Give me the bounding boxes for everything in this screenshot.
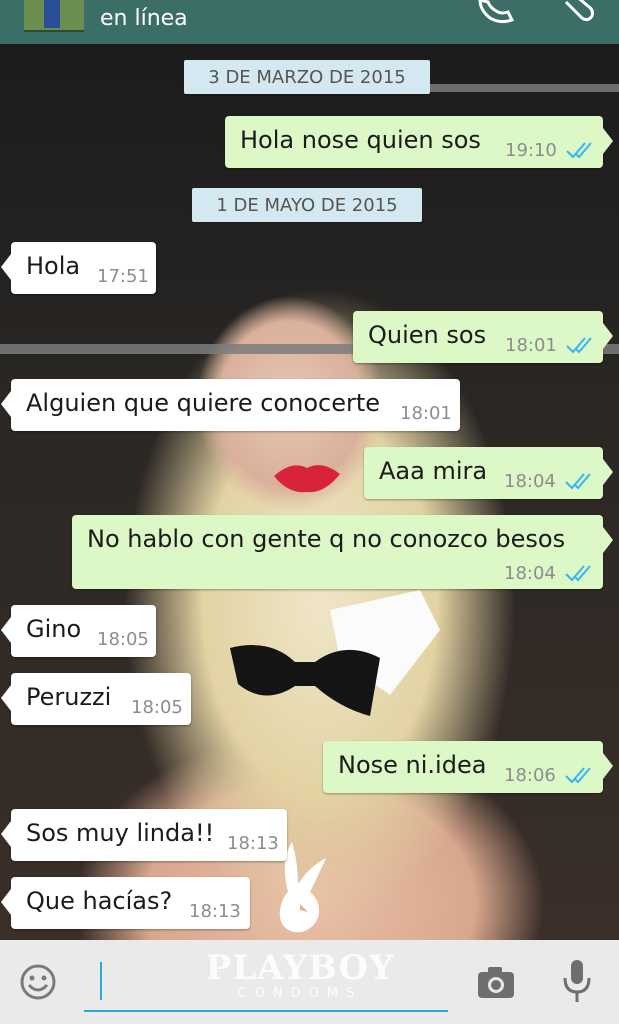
message-time: 18:06 (504, 765, 556, 786)
message-bubble[interactable]: Que hacías? 18:13 (1, 877, 250, 929)
message-text: Sos muy linda!! (26, 819, 215, 847)
message-time: 18:04 (504, 471, 556, 492)
message-text: No hablo con gente q no conozco besos (87, 525, 566, 553)
message-time: 18:05 (97, 629, 149, 650)
message-time: 19:10 (505, 140, 557, 161)
date-label: 1 DE MAYO DE 2015 (216, 194, 398, 216)
mic-icon[interactable] (562, 958, 592, 1006)
message-bubble[interactable]: Alguien que quiere conocerte 18:01 (1, 379, 460, 431)
message-bubble[interactable]: Nose ni.idea 18:06 (323, 741, 613, 793)
message-time: 18:05 (131, 697, 183, 718)
message-input[interactable] (84, 960, 448, 1012)
date-label: 3 DE MARZO DE 2015 (208, 66, 406, 88)
contact-status: en línea (100, 6, 188, 31)
message-time: 18:01 (505, 335, 557, 356)
bowtie-graphic (230, 645, 380, 716)
message-bubble[interactable]: Sos muy linda!! 18:13 (1, 809, 287, 861)
message-bubble[interactable]: Aaa mira 18:04 (364, 447, 613, 499)
message-bubble[interactable]: Hola nose quien sos 19:10 (225, 116, 613, 168)
message-text: Hola nose quien sos (240, 126, 481, 154)
message-bubble[interactable]: No hablo con gente q no conozco besos 18… (72, 515, 613, 589)
read-ticks-icon (565, 565, 591, 582)
message-input-bar: PLAYBOY CONDOMS (0, 940, 619, 1024)
read-ticks-icon (566, 142, 592, 159)
phone-icon[interactable] (476, 0, 516, 24)
message-time: 18:04 (504, 563, 556, 584)
message-bubble[interactable]: Quien sos 18:01 (353, 311, 613, 363)
date-separator: 1 DE MAYO DE 2015 (192, 188, 422, 222)
message-bubble[interactable]: Peruzzi 18:05 (1, 673, 191, 725)
message-text: Alguien que quiere conocerte (26, 389, 381, 417)
camera-icon[interactable] (476, 964, 516, 1000)
chat-header: en línea (0, 0, 619, 44)
paperclip-icon[interactable] (560, 0, 600, 24)
message-text: Peruzzi (26, 683, 112, 711)
read-ticks-icon (566, 337, 592, 354)
message-time: 17:51 (97, 266, 149, 287)
lips-graphic (274, 465, 340, 493)
message-time: 18:13 (189, 901, 241, 922)
read-ticks-icon (565, 473, 591, 490)
contact-avatar[interactable] (24, 0, 84, 32)
message-time: 18:13 (227, 833, 279, 854)
read-ticks-icon (565, 767, 591, 784)
message-text: Quien sos (368, 321, 487, 349)
message-bubble[interactable]: Gino 18:05 (1, 605, 156, 657)
message-text: Aaa mira (379, 457, 488, 485)
emoji-icon[interactable] (20, 964, 56, 1000)
message-time: 18:01 (400, 403, 452, 424)
date-separator: 3 DE MARZO DE 2015 (184, 60, 430, 94)
chalkboard-ledge-upper (430, 84, 619, 92)
message-text: Hola (26, 252, 81, 280)
text-cursor (100, 962, 102, 1000)
message-bubble[interactable]: Hola 17:51 (1, 242, 156, 294)
message-text: Que hacías? (26, 887, 173, 915)
message-text: Nose ni.idea (338, 751, 487, 779)
message-text: Gino (26, 615, 82, 643)
